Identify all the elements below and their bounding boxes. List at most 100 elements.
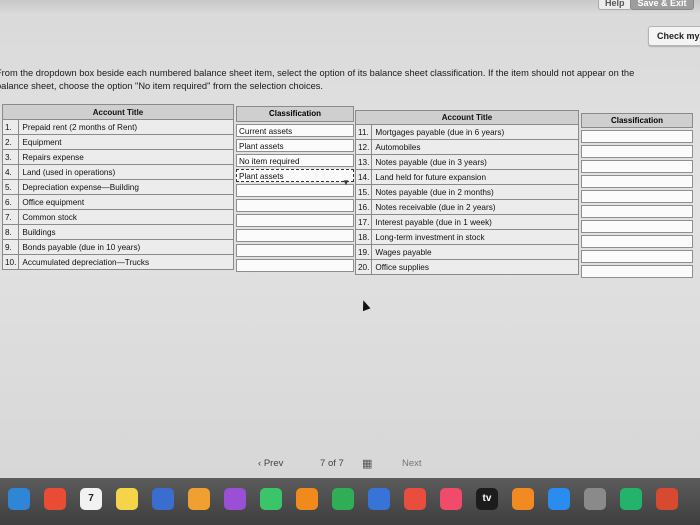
- classification-select[interactable]: [236, 229, 354, 242]
- classification-select[interactable]: [236, 259, 354, 272]
- dropdown-arrow-icon[interactable]: ▼: [342, 178, 350, 187]
- row-number: 7.: [1, 209, 20, 225]
- account-title: Wages payable: [371, 244, 579, 260]
- classification-select[interactable]: [236, 214, 354, 227]
- account-title: Land (used in operations): [18, 164, 234, 180]
- row-number: 12.: [354, 139, 373, 155]
- grid-icon[interactable]: ▦: [362, 457, 372, 470]
- account-title: Equipment: [18, 134, 234, 150]
- account-title: Depreciation expense—Building: [18, 179, 234, 195]
- row-number: 1.: [1, 119, 20, 135]
- settings-icon[interactable]: [584, 488, 606, 510]
- account-title: Office equipment: [18, 194, 234, 210]
- table-row: 1. Prepaid rent (2 months of Rent): [1, 119, 234, 135]
- row-number: 9.: [1, 239, 20, 255]
- classification-select[interactable]: [581, 265, 693, 278]
- classification-select[interactable]: [581, 235, 693, 248]
- podcasts-icon[interactable]: [224, 488, 246, 510]
- table-row: 9. Bonds payable (due in 10 years): [1, 239, 234, 255]
- right-account-title-header: Account Title: [355, 110, 579, 125]
- table-row: 3. Repairs expense: [1, 149, 234, 165]
- row-number: 5.: [1, 179, 20, 195]
- save-exit-button[interactable]: Save & Exit: [630, 0, 694, 10]
- chrome-icon[interactable]: [44, 488, 66, 510]
- row-number: 14.: [354, 169, 373, 185]
- account-title: Notes payable (due in 3 years): [371, 154, 579, 170]
- left-classification-column: Classification Current assets Plant asset…: [236, 106, 354, 272]
- classification-select[interactable]: Plant assets: [236, 169, 354, 182]
- row-number: 19.: [354, 244, 373, 260]
- row-number: 16.: [354, 199, 373, 215]
- table-row: 14. Land held for future expansion: [354, 169, 579, 185]
- row-number: 20.: [354, 259, 373, 275]
- account-title: Long-term investment in stock: [371, 229, 579, 245]
- classification-select[interactable]: Plant assets: [236, 139, 354, 152]
- top-toolbar: Help Save & Exit: [0, 0, 700, 16]
- account-title: Bonds payable (due in 10 years): [18, 239, 234, 255]
- keynote-icon[interactable]: [368, 488, 390, 510]
- table-row: 12. Automobiles: [354, 139, 579, 155]
- account-title: Repairs expense: [18, 149, 234, 165]
- classification-select[interactable]: [581, 160, 693, 173]
- help-button[interactable]: Help: [598, 0, 632, 10]
- classification-select[interactable]: [581, 130, 693, 143]
- page-current: 7: [320, 458, 326, 469]
- classification-select[interactable]: No item required: [236, 154, 354, 167]
- right-classification-column: Classification: [581, 113, 693, 278]
- row-number: 4.: [1, 164, 20, 180]
- music-icon[interactable]: [440, 488, 462, 510]
- right-account-table: Account Title 11. Mortgages payable (due …: [354, 110, 579, 275]
- prev-button[interactable]: ‹ Prev: [258, 458, 283, 469]
- classification-select[interactable]: [236, 199, 354, 212]
- books-icon[interactable]: [512, 488, 534, 510]
- appstore-icon[interactable]: [548, 488, 570, 510]
- row-number: 3.: [1, 149, 20, 165]
- row-number: 17.: [354, 214, 373, 230]
- classification-select[interactable]: [581, 220, 693, 233]
- table-row: 16. Notes receivable (due in 2 years): [354, 199, 579, 215]
- app-icon[interactable]: [152, 488, 174, 510]
- classification-select[interactable]: [236, 184, 354, 197]
- table-row: 6. Office equipment: [1, 194, 234, 210]
- next-button[interactable]: Next: [402, 458, 422, 469]
- macos-dock: 7 tv: [0, 478, 700, 525]
- classification-select[interactable]: [581, 205, 693, 218]
- check-my-work-button[interactable]: Check my: [648, 26, 700, 46]
- numbers-icon[interactable]: [332, 488, 354, 510]
- photos-icon[interactable]: [188, 488, 210, 510]
- account-title: Notes payable (due in 2 months): [371, 184, 579, 200]
- account-title: Interest payable (due in 1 week): [371, 214, 579, 230]
- tv-icon[interactable]: tv: [476, 488, 498, 510]
- table-row: 4. Land (used in operations): [1, 164, 234, 180]
- classification-select[interactable]: [236, 244, 354, 257]
- page-total: 7: [338, 458, 344, 469]
- left-account-title-header: Account Title: [2, 104, 234, 120]
- left-account-table: Account Title 1. Prepaid rent (2 months o…: [1, 104, 234, 270]
- account-title: Prepaid rent (2 months of Rent): [18, 119, 234, 135]
- row-number: 2.: [1, 134, 20, 150]
- table-row: 13. Notes payable (due in 3 years): [354, 154, 579, 170]
- right-classification-header: Classification: [581, 113, 693, 128]
- row-number: 10.: [1, 254, 20, 270]
- app-icon-2[interactable]: [656, 488, 678, 510]
- classification-select[interactable]: [581, 175, 693, 188]
- classification-select[interactable]: [581, 145, 693, 158]
- account-title: Common stock: [18, 209, 234, 225]
- classification-select[interactable]: [581, 190, 693, 203]
- classification-select[interactable]: [581, 250, 693, 263]
- table-row: 15. Notes payable (due in 2 months): [354, 184, 579, 200]
- notes-icon[interactable]: [116, 488, 138, 510]
- news-icon[interactable]: [404, 488, 426, 510]
- finder-icon[interactable]: [8, 488, 30, 510]
- row-number: 18.: [354, 229, 373, 245]
- facetime-icon[interactable]: [260, 488, 282, 510]
- classification-select[interactable]: Current assets: [236, 124, 354, 137]
- page-indicator: 7 of 7: [320, 458, 344, 469]
- pages-icon[interactable]: [296, 488, 318, 510]
- account-title: Mortgages payable (due in 6 years): [371, 124, 579, 140]
- calendar-icon[interactable]: 7: [80, 488, 102, 510]
- row-number: 11.: [354, 124, 373, 140]
- grammarly-icon[interactable]: [620, 488, 642, 510]
- account-title: Automobiles: [371, 139, 579, 155]
- account-title: Office supplies: [371, 259, 579, 275]
